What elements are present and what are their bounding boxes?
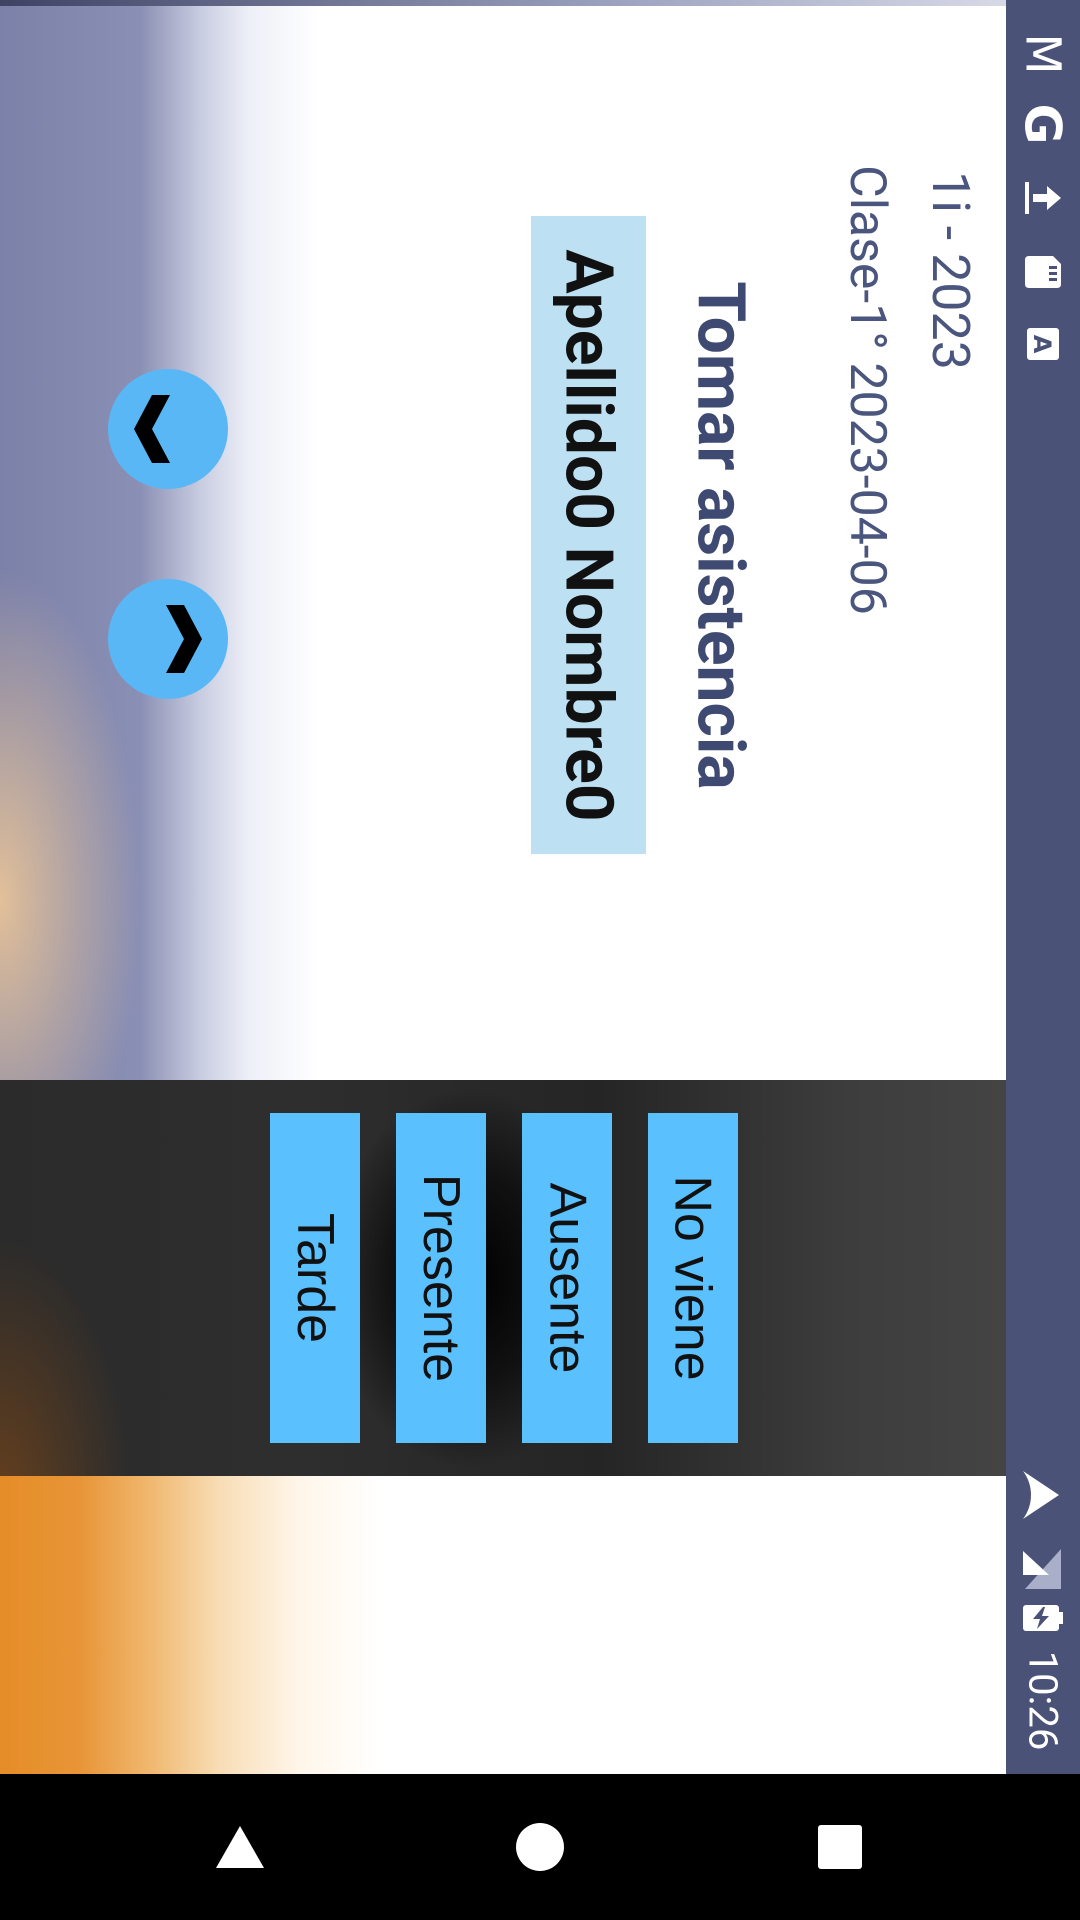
battery-charging-icon — [1006, 1590, 1080, 1646]
font-icon: A — [1006, 312, 1080, 376]
student-name: Apellido0 Nombre0 — [550, 248, 628, 822]
upload-icon — [1006, 166, 1080, 230]
class-info-text: Clase-1° 2023-04-06 — [838, 165, 897, 615]
chevron-down-icon — [166, 605, 202, 673]
gmail-icon: M — [1014, 33, 1071, 75]
class-info: Clase-1° 2023-04-06 — [812, 150, 922, 630]
tarde-button[interactable]: Tarde — [270, 1113, 360, 1443]
home-circle-icon — [516, 1823, 564, 1871]
no-viene-label: No viene — [664, 1175, 723, 1381]
presente-label: Presente — [412, 1173, 471, 1383]
app-screen: 1i - 2023 Clase-1° 2023-04-06 Tomar asis… — [0, 0, 1006, 1774]
tarde-label: Tarde — [286, 1212, 345, 1344]
course-text: 1i - 2023 — [919, 170, 981, 370]
google-icon: G — [1013, 103, 1072, 145]
home-button[interactable] — [470, 1774, 610, 1920]
next-student-button[interactable] — [108, 579, 228, 699]
ausente-button[interactable]: Ausente — [522, 1113, 612, 1443]
sd-card-icon — [1006, 240, 1080, 304]
page-title-text: Tomar asistencia — [681, 280, 759, 790]
top-edge — [0, 0, 1006, 6]
recents-button[interactable] — [770, 1774, 910, 1920]
previous-student-button[interactable] — [108, 369, 228, 489]
no-viene-button[interactable]: No viene — [648, 1113, 738, 1443]
student-name-box: Apellido0 Nombre0 — [531, 216, 646, 854]
back-triangle-icon — [216, 1826, 264, 1868]
recents-square-icon — [818, 1825, 862, 1869]
system-navigation-bar — [0, 1774, 1080, 1920]
svg-text:A: A — [1028, 335, 1056, 354]
page-title: Tomar asistencia — [640, 250, 800, 820]
status-time: 10:26 — [1006, 1640, 1080, 1760]
back-button[interactable] — [170, 1774, 310, 1920]
attendance-action-panel — [0, 1080, 1006, 1476]
ausente-label: Ausente — [538, 1182, 596, 1374]
chevron-up-icon — [134, 395, 170, 463]
presente-button[interactable]: Presente — [396, 1113, 486, 1443]
background-gradient — [0, 1476, 1006, 1774]
wifi-icon — [1006, 1460, 1080, 1530]
status-time-text: 10:26 — [1019, 1650, 1067, 1750]
status-bar: M G A 10:26 — [1006, 0, 1080, 1774]
